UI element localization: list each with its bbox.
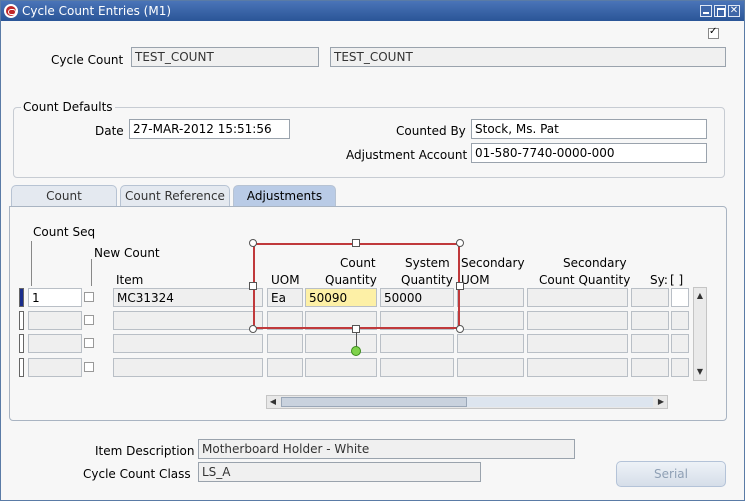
scroll-down-icon[interactable]: ▼ — [694, 366, 706, 378]
secondary-uom-cell[interactable] — [457, 288, 524, 307]
secondary-count-cell[interactable] — [527, 288, 628, 307]
tab-count-reference[interactable]: Count Reference — [120, 185, 230, 207]
adjustment-account-field[interactable]: 01-580-7740-0000-000 — [471, 143, 707, 163]
cycle-count-window: Cycle Count Entries (M1) ✕ Cycle Count T… — [0, 0, 745, 501]
date-label: Date — [95, 124, 124, 138]
row-indicator — [19, 334, 24, 353]
item-cell[interactable] — [113, 311, 263, 330]
scroll-up-icon[interactable]: ▲ — [694, 290, 706, 302]
header-guide — [31, 241, 32, 286]
header-secondary-count-line1: Secondary — [563, 256, 627, 270]
counted-by-label: Counted By — [396, 124, 466, 138]
scroll-left-icon[interactable]: ◀ — [267, 396, 279, 408]
header-secondary-uom-line2: UOM — [461, 273, 490, 287]
rotate-stem — [356, 333, 357, 347]
cycle-count-class-field[interactable]: LS_A — [198, 462, 481, 482]
count-seq-cell[interactable] — [28, 334, 82, 353]
maximize-icon[interactable] — [714, 5, 726, 17]
count-seq-cell[interactable] — [28, 358, 82, 377]
current-row-indicator — [19, 288, 24, 307]
uom-cell[interactable] — [267, 358, 303, 377]
item-cell[interactable] — [113, 334, 263, 353]
folder-cell[interactable] — [671, 334, 689, 353]
new-count-checkbox[interactable] — [84, 315, 94, 325]
resize-handle-icon[interactable] — [456, 282, 464, 290]
secondary-count-cell[interactable] — [527, 311, 628, 330]
new-count-checkbox[interactable] — [84, 292, 94, 302]
resize-handle-icon[interactable] — [249, 239, 257, 247]
header-count-seq: Count Seq — [33, 225, 96, 239]
system-quantity-cell[interactable] — [380, 334, 454, 353]
close-icon[interactable]: ✕ — [728, 5, 740, 17]
adjustment-account-label: Adjustment Account — [346, 148, 468, 162]
folder-cell[interactable] — [671, 288, 689, 307]
serial-button[interactable]: Serial — [616, 461, 726, 487]
item-description-label: Item Description — [95, 444, 195, 458]
row-indicator — [19, 311, 24, 330]
item-cell[interactable]: MC31324 — [113, 288, 263, 307]
count-quantity-cell[interactable] — [305, 334, 377, 353]
secondary-count-cell[interactable] — [527, 358, 628, 377]
item-cell[interactable] — [113, 358, 263, 377]
scroll-right-icon[interactable]: ▶ — [655, 396, 667, 408]
selection-outline — [253, 243, 460, 329]
folder-cell[interactable] — [671, 311, 689, 330]
secondary-uom-cell[interactable] — [457, 311, 524, 330]
window-title: Cycle Count Entries (M1) — [22, 4, 172, 18]
row-indicator — [19, 358, 24, 377]
secondary-count-cell[interactable] — [527, 334, 628, 353]
tab-count[interactable]: Count — [11, 185, 117, 207]
count-seq-cell[interactable]: 1 — [28, 288, 82, 307]
date-field[interactable]: 27-MAR-2012 15:51:56 — [129, 119, 290, 139]
top-right-checkbox[interactable] — [708, 26, 719, 39]
resize-handle-icon[interactable] — [352, 325, 360, 333]
count-seq-cell[interactable] — [28, 311, 82, 330]
header-folder-bracket[interactable]: [ ] — [670, 273, 683, 287]
resize-handle-icon[interactable] — [456, 239, 464, 247]
horizontal-scrollbar[interactable]: ◀ ▶ — [266, 395, 668, 409]
resize-handle-icon[interactable] — [456, 325, 464, 333]
system-cell[interactable] — [631, 358, 669, 377]
header-secondary-count-line2: Count Quantity — [539, 273, 631, 287]
scroll-thumb[interactable] — [281, 397, 467, 407]
header-item: Item — [116, 273, 144, 287]
counted-by-field[interactable]: Stock, Ms. Pat — [471, 119, 707, 139]
resize-handle-icon[interactable] — [249, 325, 257, 333]
uom-cell[interactable] — [267, 334, 303, 353]
new-count-checkbox[interactable] — [84, 362, 94, 372]
secondary-uom-cell[interactable] — [457, 358, 524, 377]
count-quantity-cell[interactable] — [305, 358, 377, 377]
system-cell[interactable] — [631, 311, 669, 330]
header-system-truncated: Sy: — [650, 273, 668, 287]
cycle-count-description-field[interactable]: TEST_COUNT — [330, 47, 726, 67]
new-count-checkbox[interactable] — [84, 338, 94, 348]
cycle-count-field[interactable]: TEST_COUNT — [131, 47, 319, 67]
tab-adjustments[interactable]: Adjustments — [233, 185, 336, 207]
resize-handle-icon[interactable] — [249, 282, 257, 290]
folder-cell[interactable] — [671, 358, 689, 377]
system-quantity-cell[interactable] — [380, 358, 454, 377]
oracle-app-icon — [4, 4, 18, 18]
header-guide — [91, 259, 92, 286]
title-bar: Cycle Count Entries (M1) ✕ — [1, 1, 744, 21]
cycle-count-class-label: Cycle Count Class — [83, 467, 191, 481]
scroll-track[interactable] — [467, 397, 653, 407]
cycle-count-label: Cycle Count — [51, 53, 124, 67]
header-new-count: New Count — [94, 246, 160, 260]
resize-handle-icon[interactable] — [352, 239, 360, 247]
count-defaults-label: Count Defaults — [21, 100, 115, 114]
system-cell[interactable] — [631, 288, 669, 307]
rotate-handle-icon[interactable] — [351, 346, 361, 356]
system-cell[interactable] — [631, 334, 669, 353]
vertical-scrollbar[interactable]: ▲ ▼ — [693, 287, 707, 381]
header-secondary-uom-line1: Secondary — [461, 256, 525, 270]
secondary-uom-cell[interactable] — [457, 334, 524, 353]
minimize-icon[interactable] — [700, 5, 712, 17]
item-description-field[interactable]: Motherboard Holder - White — [198, 439, 575, 459]
